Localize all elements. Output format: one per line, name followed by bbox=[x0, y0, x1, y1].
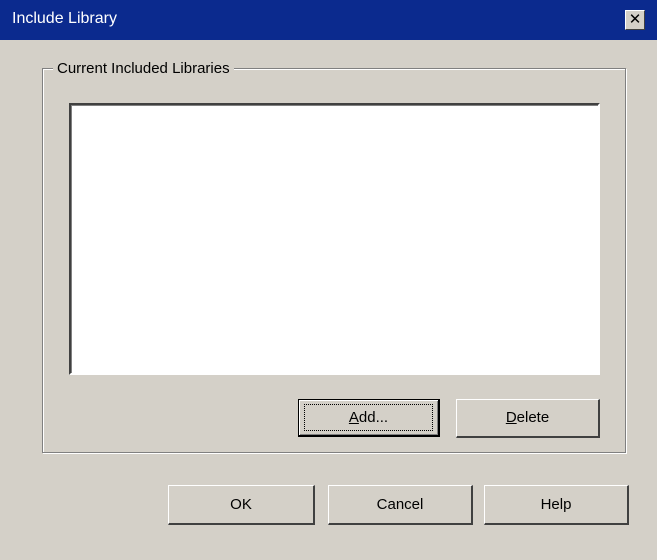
cancel-button[interactable]: Cancel bbox=[328, 485, 473, 525]
close-icon[interactable]: ✕ bbox=[625, 10, 645, 30]
help-button[interactable]: Help bbox=[484, 485, 629, 525]
title-bar[interactable]: Include Library ✕ bbox=[0, 0, 657, 40]
ok-button-label: OK bbox=[230, 495, 252, 513]
delete-button-label: Delete bbox=[505, 409, 550, 426]
delete-button[interactable]: Delete bbox=[456, 399, 600, 438]
include-library-dialog: Include Library ✕ Current Included Libra… bbox=[0, 0, 657, 560]
included-libraries-list[interactable] bbox=[69, 103, 600, 375]
ok-button[interactable]: OK bbox=[168, 485, 315, 525]
group-label: Current Included Libraries bbox=[53, 60, 234, 78]
help-button-label: Help bbox=[540, 495, 572, 513]
window-title: Include Library bbox=[12, 10, 117, 27]
cancel-button-label: Cancel bbox=[376, 495, 424, 513]
close-glyph: ✕ bbox=[628, 10, 642, 28]
add-button[interactable]: Add... bbox=[298, 399, 440, 437]
add-button-label: Add... bbox=[348, 408, 389, 426]
